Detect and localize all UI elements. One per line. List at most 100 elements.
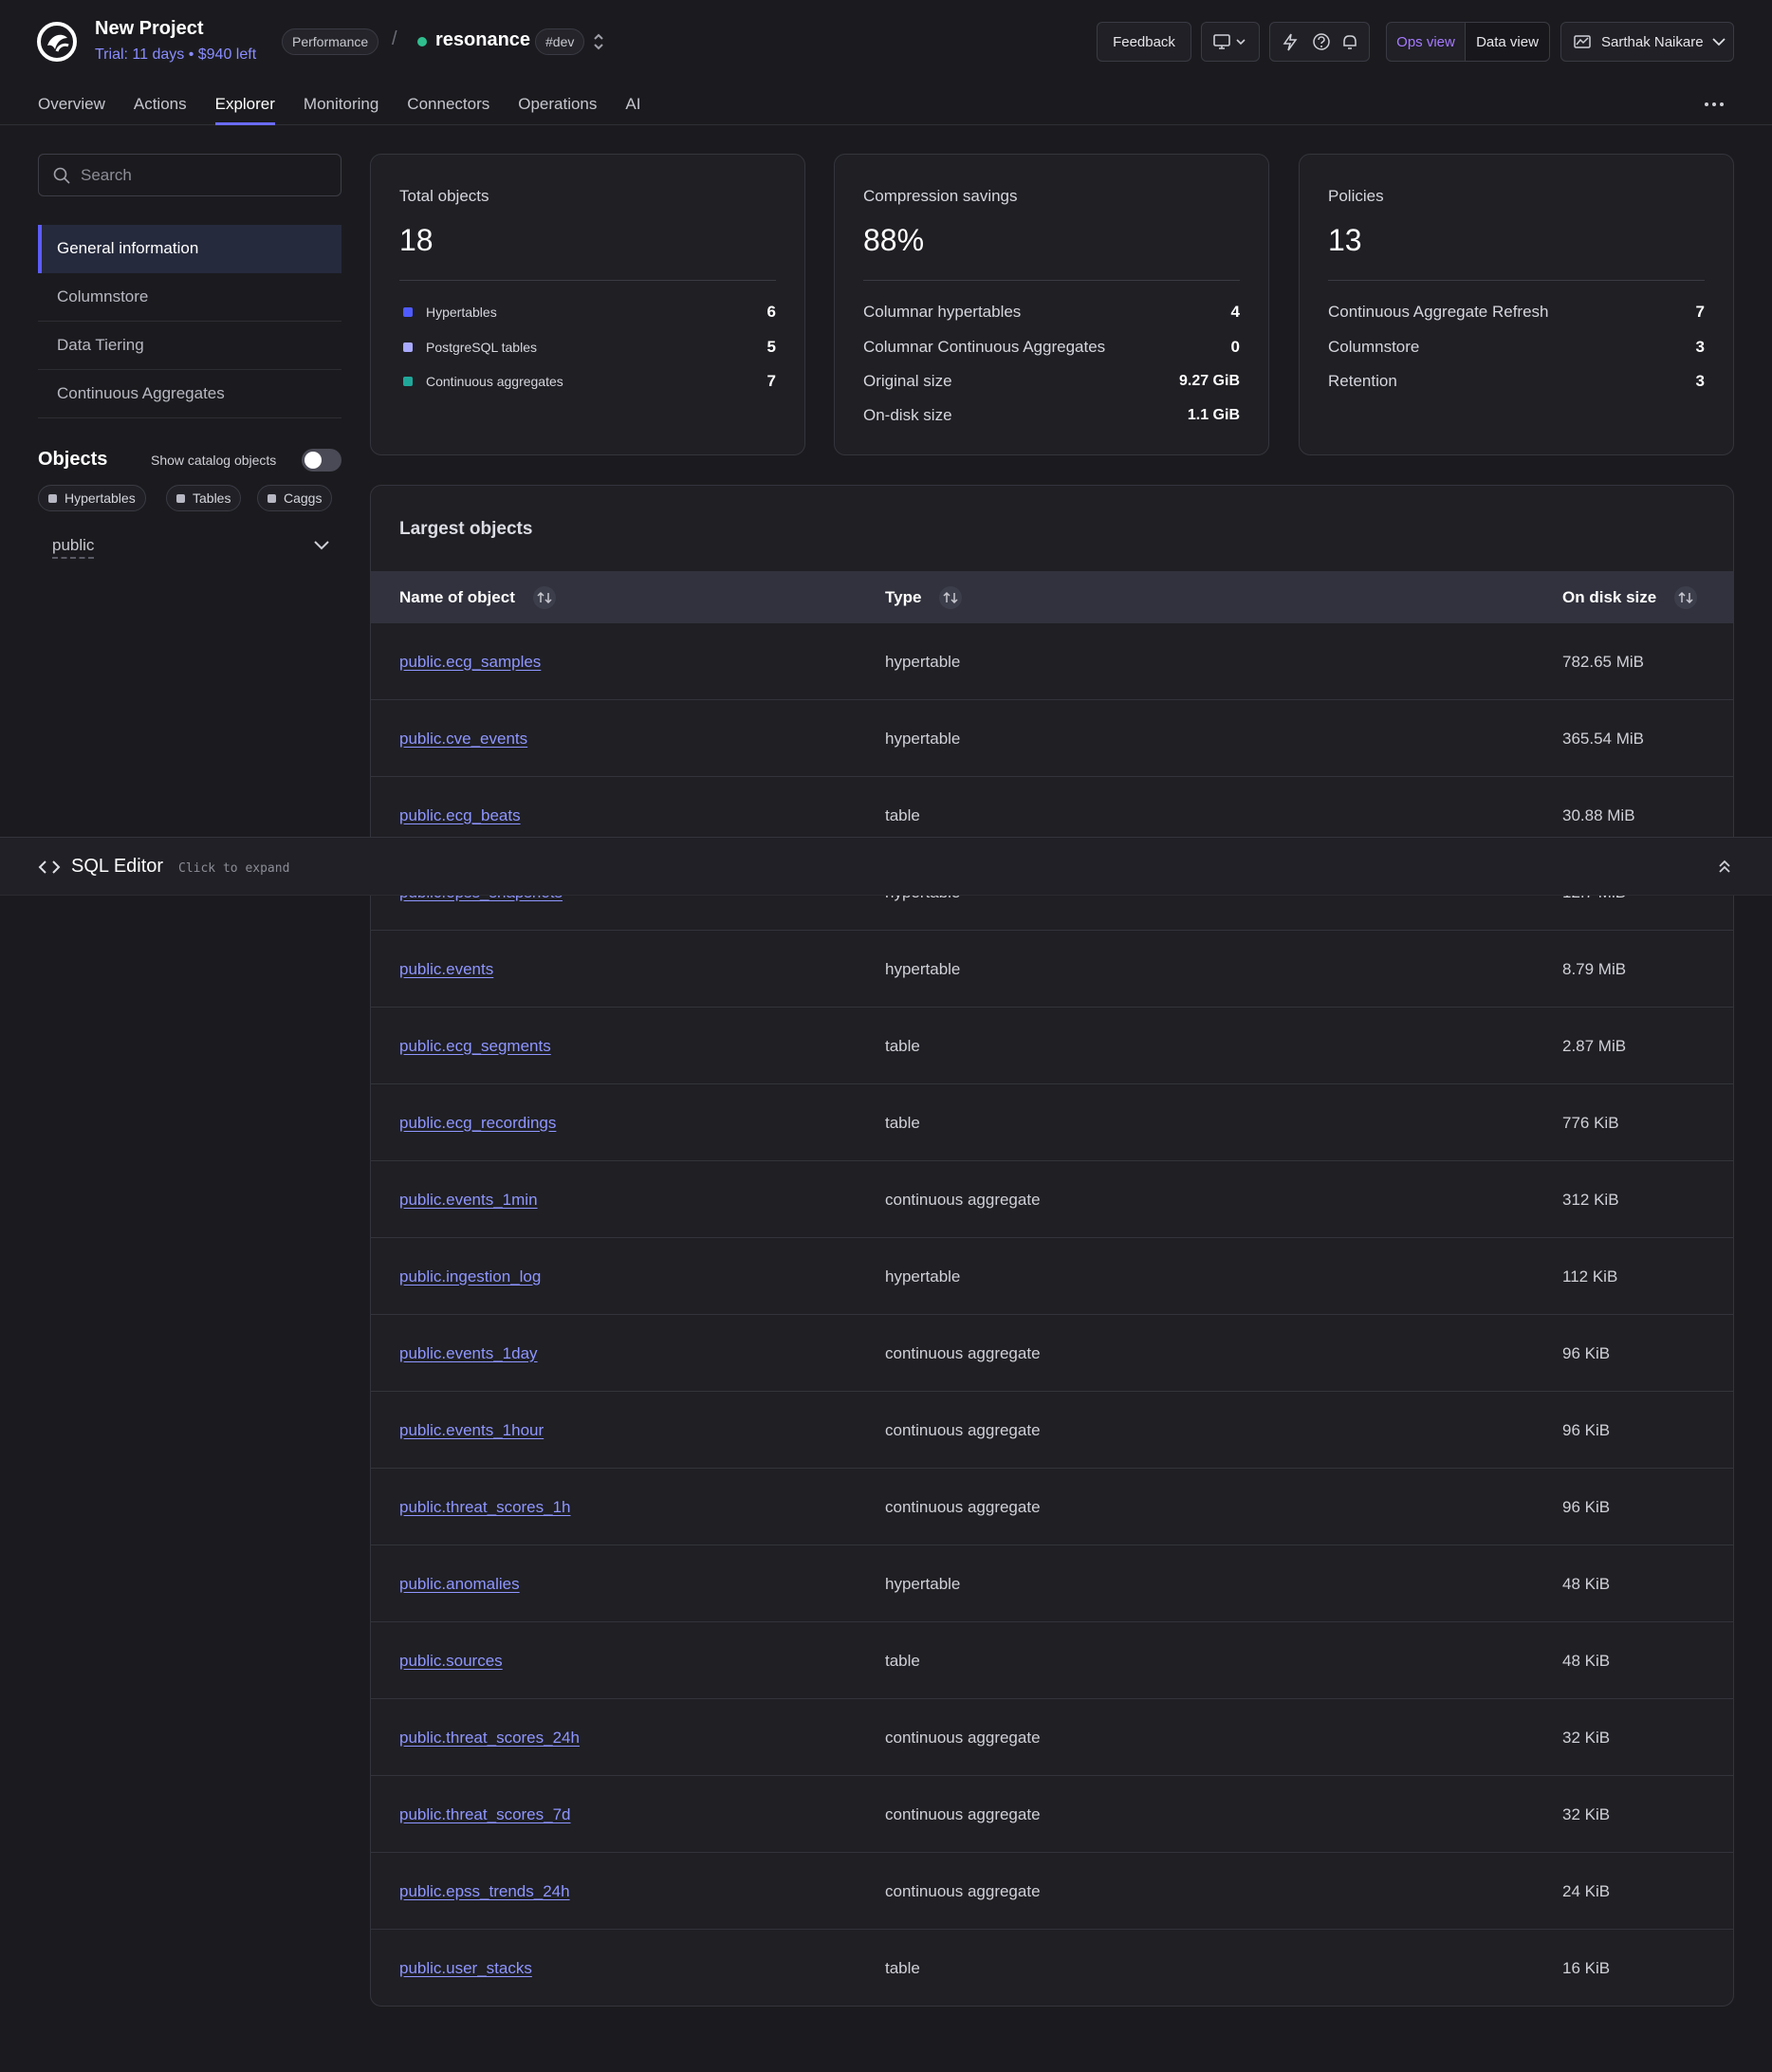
sidebar-item-columnstore[interactable]: Columnstore — [38, 273, 341, 322]
legend-marker — [403, 342, 413, 352]
object-name-cell: public.threat_scores_24h — [399, 1699, 580, 1776]
service-name[interactable]: resonance — [435, 29, 530, 51]
object-link[interactable]: public.events_1min — [399, 1191, 538, 1210]
filter-chip-tables[interactable]: Tables — [166, 485, 242, 511]
stat-label: On-disk size — [863, 406, 952, 424]
object-link[interactable]: public.user_stacks — [399, 1959, 532, 1978]
search-input[interactable] — [81, 165, 327, 185]
column-header-type[interactable]: Type — [885, 571, 963, 623]
objects-heading: Objects — [38, 449, 108, 470]
tab-monitoring[interactable]: Monitoring — [304, 95, 378, 125]
project-name[interactable]: New Project — [95, 18, 203, 40]
object-link[interactable]: public.epss_trends_24h — [399, 1882, 570, 1901]
object-size-cell: 96 KiB — [1562, 1343, 1611, 1362]
card-value: 13 — [1328, 223, 1362, 257]
table-row[interactable]: public.ecg_segments table 2.87 MiB — [371, 1008, 1733, 1084]
more-options-icon[interactable] — [1704, 100, 1725, 109]
table-row[interactable]: public.ecg_samples hypertable 782.65 MiB — [371, 623, 1733, 700]
table-row[interactable]: public.sources table 48 KiB — [371, 1622, 1733, 1699]
expand-icon[interactable] — [1715, 857, 1734, 878]
object-type-cell: hypertable — [885, 1267, 961, 1286]
service-status-dot — [417, 37, 427, 46]
tab-operations[interactable]: Operations — [518, 95, 597, 125]
trial-status[interactable]: Trial: 11 days • $940 left — [95, 46, 256, 64]
object-link[interactable]: public.ecg_recordings — [399, 1114, 556, 1133]
object-link[interactable]: public.ecg_samples — [399, 653, 541, 672]
object-link[interactable]: public.events — [399, 960, 493, 979]
table-row[interactable]: public.ecg_recordings table 776 KiB — [371, 1084, 1733, 1161]
object-link[interactable]: public.cve_events — [399, 730, 527, 749]
table-row[interactable]: public.threat_scores_7d continuous aggreg… — [371, 1776, 1733, 1853]
object-size-cell: 48 KiB — [1562, 1651, 1611, 1670]
search-box[interactable] — [38, 154, 341, 196]
sort-icon[interactable] — [1673, 585, 1698, 610]
object-link[interactable]: public.ecg_segments — [399, 1037, 551, 1056]
table-row[interactable]: public.events_1day continuous aggregate 96… — [371, 1315, 1733, 1392]
object-link[interactable]: public.threat_scores_7d — [399, 1805, 571, 1824]
stat-value: 4 — [1230, 303, 1240, 321]
tab-overview[interactable]: Overview — [38, 95, 105, 125]
table-row[interactable]: public.events hypertable 8.79 MiB — [371, 931, 1733, 1008]
object-link[interactable]: public.events_1day — [399, 1344, 538, 1363]
object-link[interactable]: public.threat_scores_24h — [399, 1729, 580, 1748]
object-type-cell: continuous aggregate — [885, 1190, 1041, 1209]
tab-connectors[interactable]: Connectors — [407, 95, 489, 125]
timescale-logo-icon[interactable] — [36, 21, 78, 63]
column-header-name[interactable]: Name of object — [399, 571, 557, 623]
object-name-cell: public.sources — [399, 1622, 503, 1699]
show-catalog-toggle[interactable] — [302, 449, 341, 472]
quick-actions-group — [1269, 22, 1370, 62]
service-switcher-icon[interactable] — [592, 31, 605, 52]
table-row[interactable]: public.cve_events hypertable 365.54 MiB — [371, 700, 1733, 777]
filter-chip-hypertables[interactable]: Hypertables — [38, 485, 146, 511]
stat-value: 5 — [766, 338, 776, 356]
sort-icon[interactable] — [938, 585, 963, 610]
chevron-down-icon[interactable] — [311, 537, 332, 554]
object-size-cell: 32 KiB — [1562, 1728, 1611, 1747]
table-row[interactable]: public.anomalies hypertable 48 KiB — [371, 1545, 1733, 1622]
chip-marker — [268, 493, 276, 503]
table-title: Largest objects — [399, 519, 533, 539]
table-row[interactable]: public.user_stacks table 16 KiB — [371, 1930, 1733, 2006]
column-header-size[interactable]: On disk size — [1562, 571, 1698, 623]
object-type-cell: continuous aggregate — [885, 1728, 1041, 1747]
schema-selector[interactable]: public — [52, 536, 95, 559]
filter-chip-caggs[interactable]: Caggs — [257, 485, 333, 511]
tab-explorer[interactable]: Explorer — [214, 95, 276, 125]
sql-editor-bar[interactable]: SQL Editor Click to expand — [0, 837, 1772, 896]
object-link[interactable]: public.threat_scores_1h — [399, 1498, 571, 1517]
stat-row-continuous-aggregates: Continuous aggregates 7 — [399, 370, 776, 393]
chip-label: Tables — [193, 490, 231, 506]
sort-icon[interactable] — [532, 585, 557, 610]
ops-view-toggle[interactable]: Ops view — [1386, 22, 1466, 62]
object-type-cell: hypertable — [885, 652, 961, 671]
object-link[interactable]: public.sources — [399, 1652, 503, 1671]
object-link[interactable]: public.anomalies — [399, 1575, 520, 1594]
table-row[interactable]: public.events_1min continuous aggregate 31… — [371, 1161, 1733, 1238]
object-size-cell: 782.65 MiB — [1562, 652, 1644, 671]
sidebar-item-data-tiering[interactable]: Data Tiering — [38, 322, 341, 370]
table-row[interactable]: public.ingestion_log hypertable 112 KiB — [371, 1238, 1733, 1315]
column-label: Type — [885, 587, 922, 606]
stat-row: Original size 9.27 GiB — [863, 370, 1240, 393]
object-name-cell: public.threat_scores_1h — [399, 1469, 571, 1545]
table-row[interactable]: public.threat_scores_24h continuous aggre… — [371, 1699, 1733, 1776]
table-row[interactable]: public.epss_trends_24h continuous aggrega… — [371, 1853, 1733, 1930]
tab-ai[interactable]: AI — [625, 95, 640, 125]
sidebar-item-continuous-aggregates[interactable]: Continuous Aggregates — [38, 370, 341, 418]
object-link[interactable]: public.ingestion_log — [399, 1267, 541, 1286]
object-link[interactable]: public.ecg_beats — [399, 806, 521, 825]
object-type-cell: table — [885, 1651, 920, 1670]
user-menu-button[interactable]: Sarthak Naikare — [1560, 22, 1734, 62]
display-menu-button[interactable] — [1201, 22, 1260, 62]
feedback-button[interactable]: Feedback — [1097, 22, 1191, 62]
object-link[interactable]: public.events_1hour — [399, 1421, 544, 1440]
data-view-toggle[interactable]: Data view — [1465, 22, 1550, 62]
object-name-cell: public.ecg_recordings — [399, 1084, 556, 1161]
environment-pill[interactable]: Performance — [282, 28, 379, 55]
table-row[interactable]: public.threat_scores_1h continuous aggreg… — [371, 1469, 1733, 1545]
tab-actions[interactable]: Actions — [134, 95, 187, 125]
sidebar-item-general-information[interactable]: General information — [38, 225, 341, 273]
stat-label: Continuous aggregates — [426, 374, 563, 389]
table-row[interactable]: public.events_1hour continuous aggregate 9… — [371, 1392, 1733, 1469]
